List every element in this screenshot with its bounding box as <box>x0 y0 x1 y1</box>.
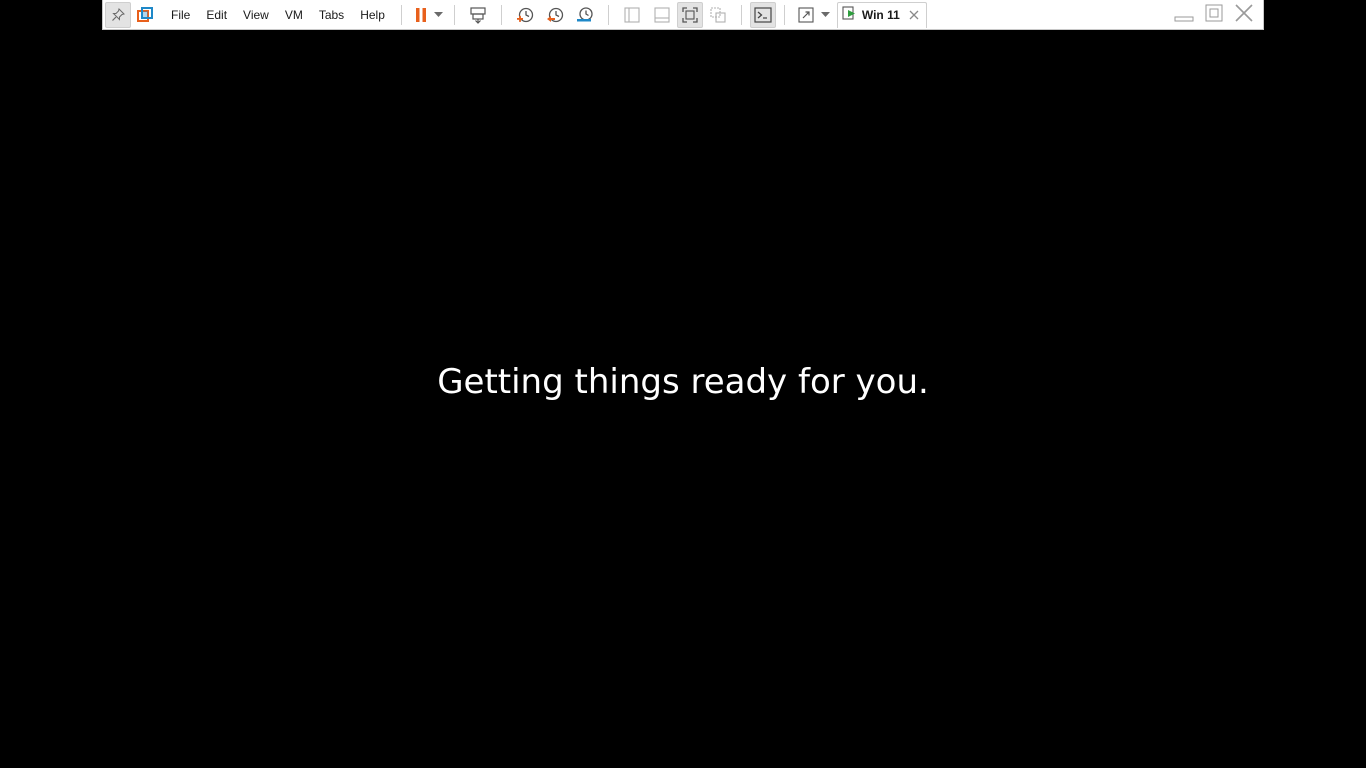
send-ctrl-alt-del-icon <box>469 6 487 24</box>
exit-full-screen-button[interactable] <box>1229 2 1259 28</box>
stretch-options-dropdown[interactable] <box>819 2 833 28</box>
menu-tabs[interactable]: Tabs <box>311 2 352 28</box>
console-view-button[interactable] <box>749 1 776 28</box>
menu-edit[interactable]: Edit <box>198 2 235 28</box>
toolbar-divider <box>500 4 502 25</box>
toolbar-divider <box>400 4 402 25</box>
snapshot-manager-icon <box>576 6 594 24</box>
toolbar-divider <box>783 4 785 25</box>
pin-toolbar-button[interactable] <box>105 1 131 28</box>
close-icon <box>1234 3 1254 28</box>
revert-snapshot-button[interactable] <box>540 2 570 28</box>
vmware-logo-icon <box>137 6 153 23</box>
menu-help[interactable]: Help <box>352 2 393 28</box>
show-thumbnail-bar-button[interactable] <box>647 2 677 28</box>
toolbar-divider <box>453 4 455 25</box>
chevron-down-icon <box>821 11 831 18</box>
power-options-dropdown[interactable] <box>432 2 446 28</box>
close-icon[interactable] <box>908 9 920 21</box>
chevron-down-icon <box>434 11 444 18</box>
pin-icon <box>111 7 125 22</box>
library-panel-icon <box>623 6 641 24</box>
vm-running-icon <box>842 5 857 25</box>
toolbar-divider <box>607 4 609 25</box>
console-view-icon <box>754 6 772 23</box>
menu-bar: File Edit View VM Tabs Help <box>163 2 393 28</box>
revert-snapshot-icon <box>546 6 564 24</box>
menu-vm[interactable]: VM <box>277 2 311 28</box>
setup-status-message: Getting things ready for you. <box>437 362 929 402</box>
send-ctrl-alt-del-button[interactable] <box>463 2 493 28</box>
full-screen-view-icon <box>681 6 699 24</box>
unity-mode-icon <box>709 6 727 24</box>
suspend-button[interactable] <box>410 2 432 28</box>
unity-mode-button[interactable] <box>703 2 733 28</box>
minimize-icon <box>1174 3 1194 28</box>
full-screen-icon <box>797 6 815 24</box>
take-snapshot-icon <box>516 6 534 24</box>
vmware-fullscreen-toolbar: File Edit View VM Tabs Help Win 11 <box>102 0 1264 30</box>
toolbar-divider <box>740 4 742 25</box>
vm-tab-win11[interactable]: Win 11 <box>836 1 927 28</box>
vmware-logo-button[interactable] <box>133 2 157 28</box>
show-library-button[interactable] <box>617 2 647 28</box>
snapshot-manager-button[interactable] <box>570 2 600 28</box>
menu-file[interactable]: File <box>163 2 198 28</box>
full-screen-view-button[interactable] <box>676 1 703 28</box>
minimize-button[interactable] <box>1169 2 1199 28</box>
window-controls <box>1169 0 1259 30</box>
menu-view[interactable]: View <box>235 2 277 28</box>
pause-icon <box>414 7 428 23</box>
thumbnail-bar-icon <box>653 6 671 24</box>
take-snapshot-button[interactable] <box>510 2 540 28</box>
vm-tab-label: Win 11 <box>861 8 900 22</box>
vmware-window: File Edit View VM Tabs Help Win 11 Getti… <box>0 0 1366 768</box>
restore-icon <box>1204 3 1224 28</box>
restore-button[interactable] <box>1199 2 1229 28</box>
stretch-guest-button[interactable] <box>793 2 819 28</box>
